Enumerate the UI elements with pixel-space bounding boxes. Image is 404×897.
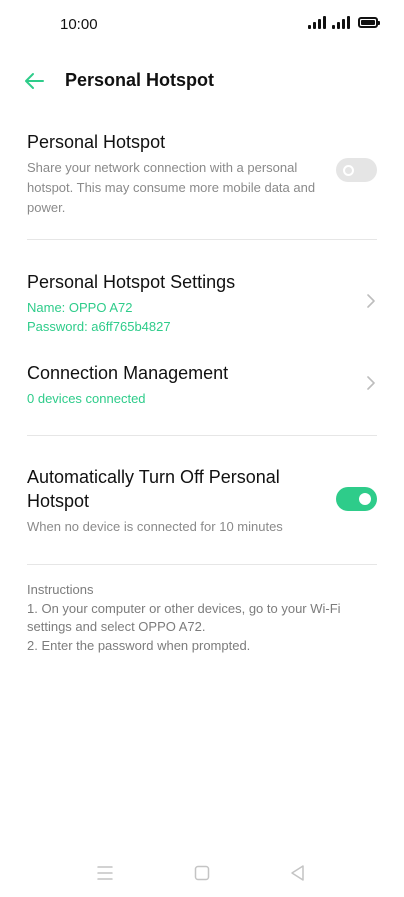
instructions: Instructions 1. On your computer or othe… [27,581,379,655]
auto-off-title: Automatically Turn Off Personal Hotspot [27,467,280,511]
status-time: 10:00 [60,16,98,33]
square-home-icon [194,865,210,881]
back-button[interactable] [20,66,50,96]
nav-back-button[interactable] [283,858,313,888]
instructions-step-1: 1. On your computer or other devices, go… [27,600,341,635]
signal-icon [308,16,326,29]
status-bar: 10:00 [0,0,404,50]
connected-devices-count: 0 devices connected [27,391,146,406]
connection-management-item[interactable]: Connection Management 0 devices connecte… [27,361,377,408]
arrow-left-icon [25,73,44,89]
chevron-right-icon [367,294,375,308]
connection-management-title: Connection Management [27,363,229,383]
toggle-knob [359,493,371,505]
home-button[interactable] [187,858,217,888]
divider [27,435,377,436]
status-icons [308,16,380,29]
hotspot-password: Password: a6ff765b4827 [27,319,171,334]
auto-off-toggle[interactable] [336,487,377,511]
instructions-heading: Instructions [27,582,94,597]
triangle-back-icon [291,865,304,881]
menu-button[interactable] [90,858,120,888]
header: Personal Hotspot [0,58,404,104]
toggle-knob [343,165,354,176]
hotspot-settings-title: Personal Hotspot Settings [27,272,236,292]
hotspot-name: Name: OPPO A72 [27,300,133,315]
instructions-step-2: 2. Enter the password when prompted. [27,637,251,653]
signal-icon-2 [332,16,350,29]
navigation-bar [0,858,404,888]
divider [27,564,377,565]
hotspot-settings-item[interactable]: Personal Hotspot Settings Name: OPPO A72… [27,270,377,336]
hotspot-toggle[interactable] [336,158,377,182]
hotspot-row: Personal Hotspot Share your network conn… [27,130,377,218]
battery-icon [358,17,380,28]
chevron-right-icon [367,376,375,390]
page-title: Personal Hotspot [65,70,215,90]
hotspot-description: Share your network connection with a per… [27,160,316,215]
auto-off-row: Automatically Turn Off Personal Hotspot … [27,465,377,537]
menu-icon [97,866,113,880]
hotspot-title: Personal Hotspot [27,132,166,152]
divider [27,239,377,240]
auto-off-description: When no device is connected for 10 minut… [27,519,283,534]
